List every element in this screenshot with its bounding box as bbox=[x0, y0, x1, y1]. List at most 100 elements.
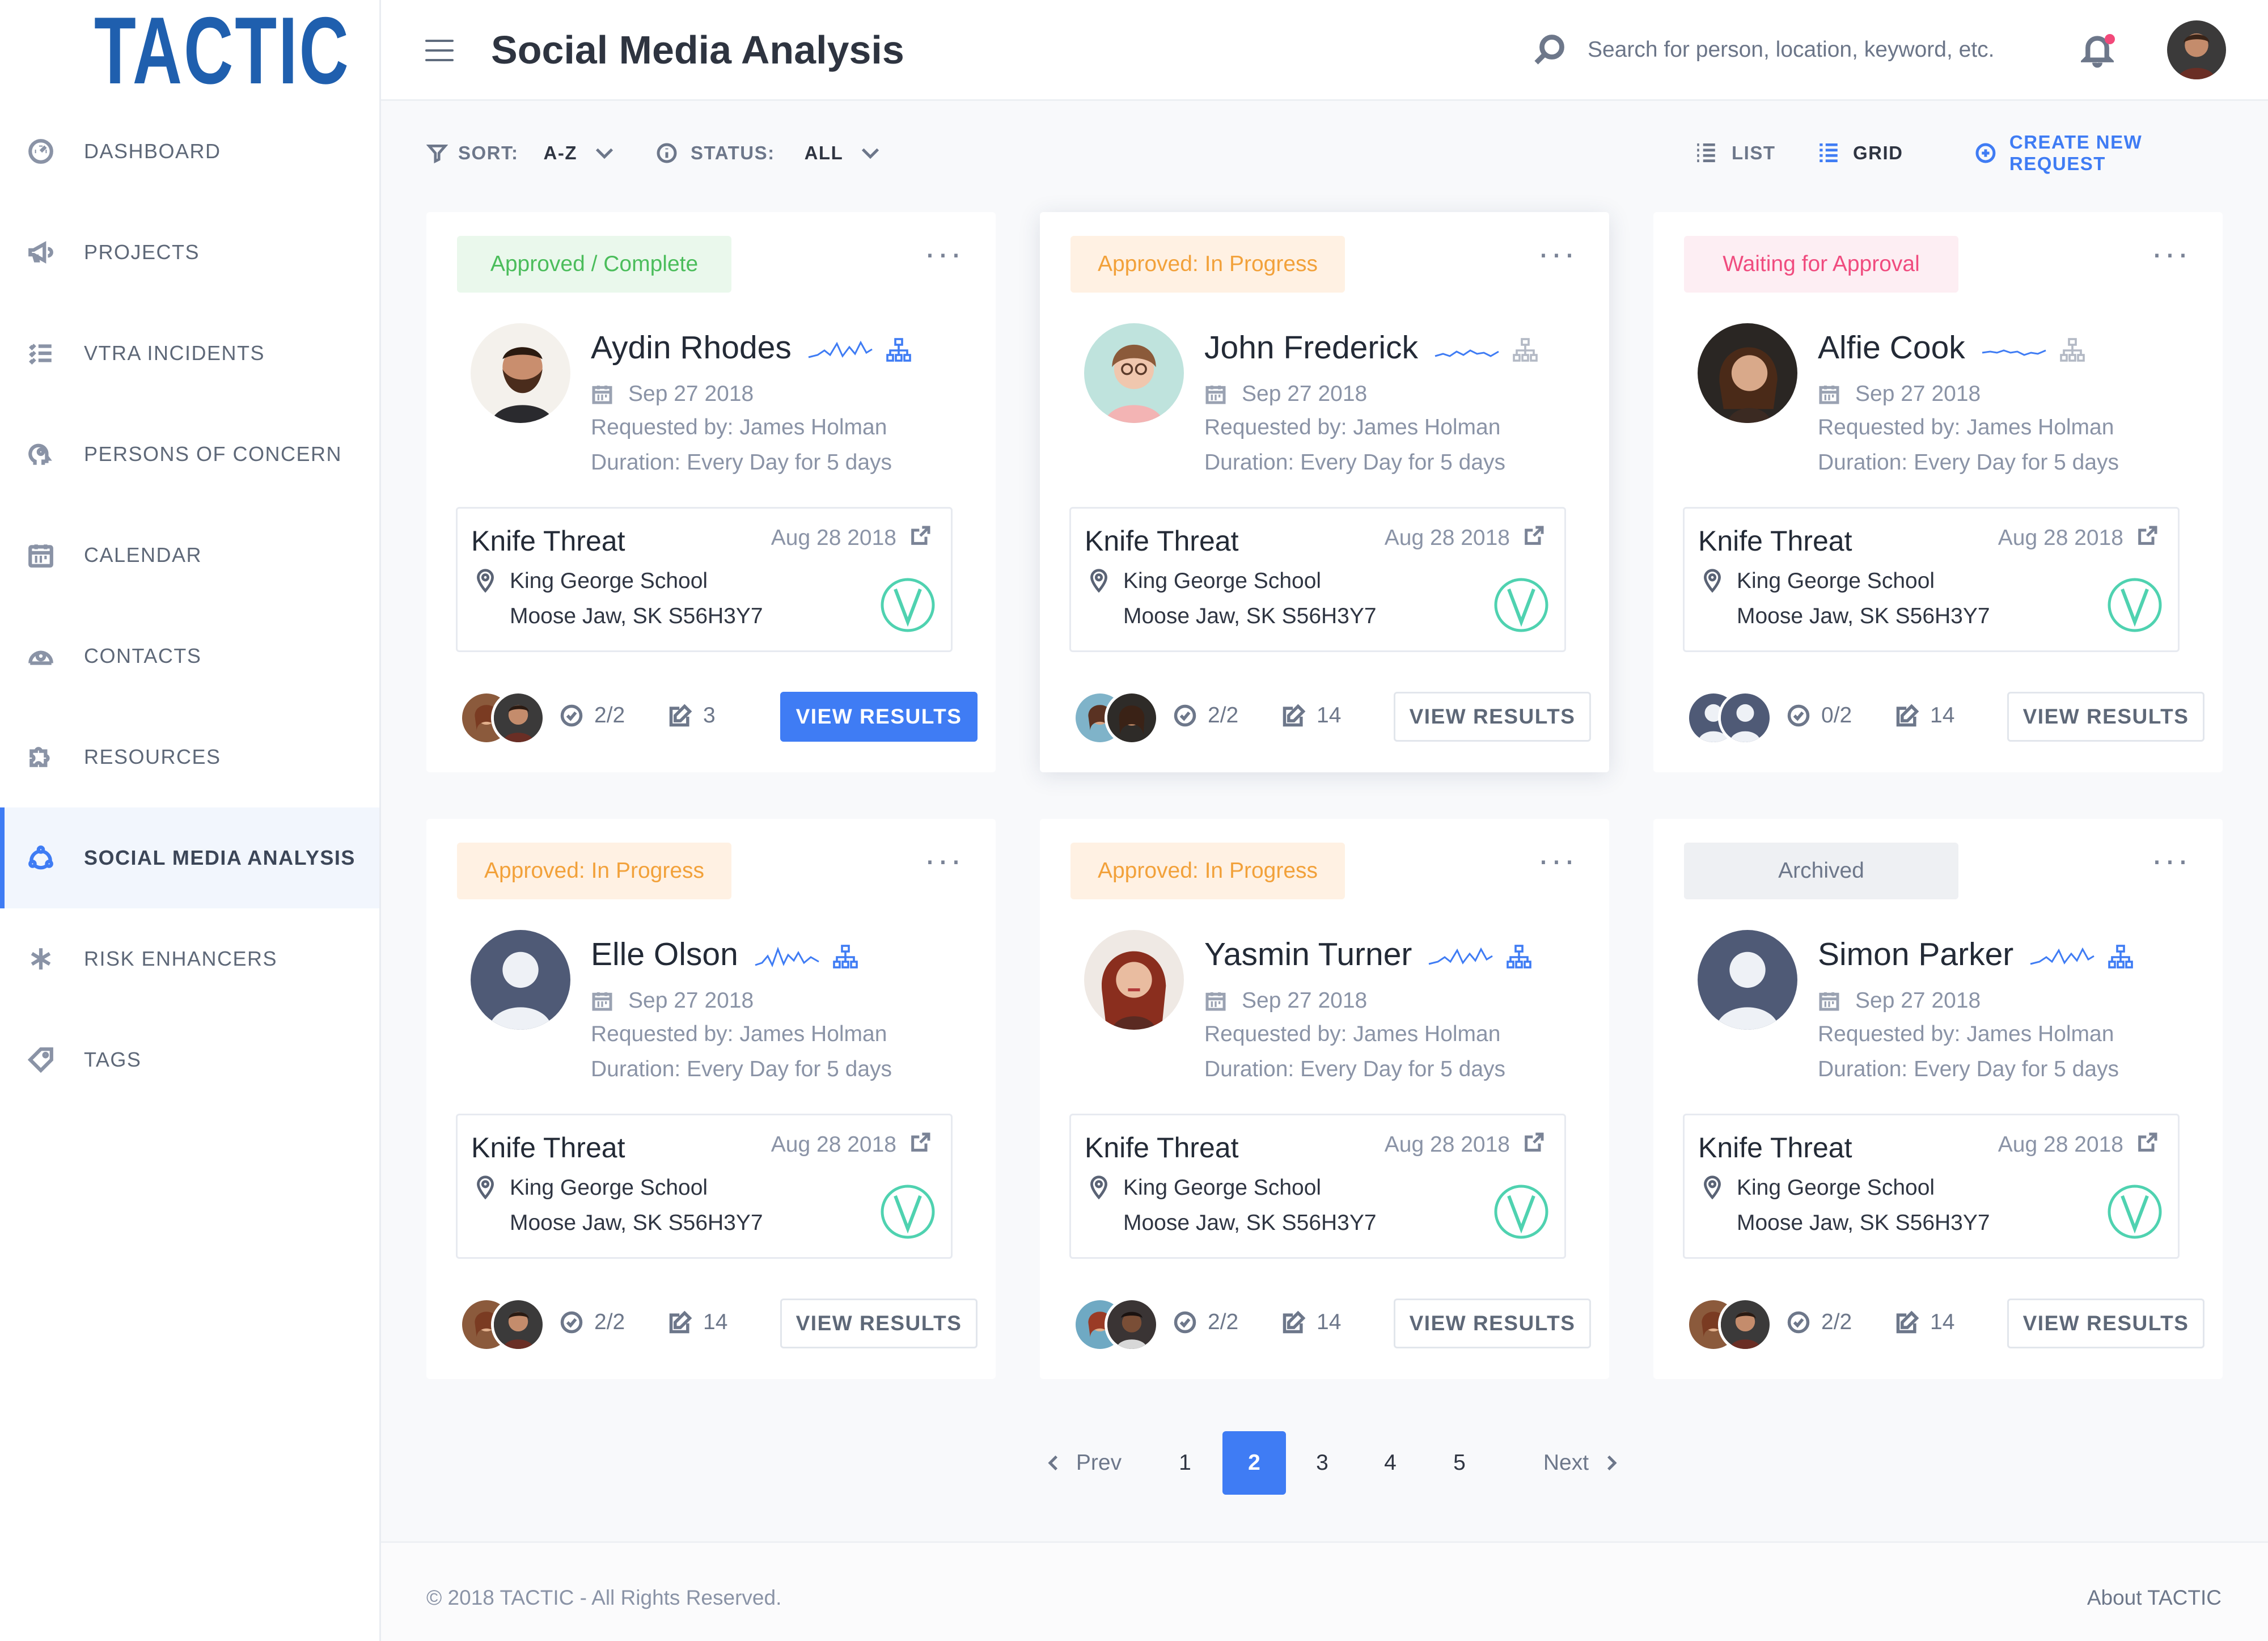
incident-box[interactable]: Knife Threat Aug 28 2018 King George Sch… bbox=[1683, 507, 2180, 652]
grid-view-toggle[interactable]: GRID bbox=[1817, 136, 1903, 170]
sidebar-item-dashboard[interactable]: DASHBOARD bbox=[0, 101, 379, 202]
more-options-icon[interactable]: ··· bbox=[2151, 236, 2189, 270]
more-options-icon[interactable]: ··· bbox=[2151, 843, 2189, 877]
trend-line-icon[interactable] bbox=[1981, 338, 2047, 363]
address-line-2: Moose Jaw, SK S56H3Y7 bbox=[510, 1211, 763, 1235]
incident-box[interactable]: Knife Threat Aug 28 2018 King George Sch… bbox=[1069, 1114, 1566, 1259]
sidebar-item-contacts[interactable]: CONTACTS bbox=[0, 606, 379, 707]
filter-icon bbox=[426, 144, 448, 164]
notification-bell-icon[interactable] bbox=[2079, 33, 2116, 70]
page-2-button[interactable]: 2 bbox=[1222, 1431, 1286, 1495]
top-bar: Social Media Analysis bbox=[381, 0, 2268, 101]
list-view-toggle[interactable]: LIST bbox=[1694, 136, 1776, 170]
request-date: Sep 27 2018 bbox=[591, 380, 754, 408]
menu-toggle-icon[interactable] bbox=[425, 40, 454, 61]
trend-line-icon[interactable] bbox=[807, 338, 873, 363]
page-3-button[interactable]: 3 bbox=[1290, 1431, 1354, 1495]
plus-circle-icon bbox=[1975, 143, 1996, 163]
view-results-button[interactable]: VIEW RESULTS bbox=[2007, 692, 2204, 742]
create-new-request-button[interactable]: CREATE NEW REQUEST bbox=[1974, 132, 2223, 174]
prev-page-button[interactable]: Prev bbox=[1032, 1431, 1134, 1495]
incident-box[interactable]: Knife Threat Aug 28 2018 King George Sch… bbox=[1683, 1114, 2180, 1259]
edit-note-icon bbox=[1283, 1310, 1306, 1334]
edit-note-icon bbox=[1896, 1310, 1919, 1334]
view-results-button[interactable]: VIEW RESULTS bbox=[780, 1299, 978, 1348]
duration: Duration: Every Day for 5 days bbox=[1818, 450, 2119, 475]
external-link-icon[interactable] bbox=[2136, 525, 2161, 549]
address-line-2: Moose Jaw, SK S56H3Y7 bbox=[1737, 604, 1990, 628]
notification-dot bbox=[2105, 34, 2115, 44]
network-hierarchy-icon[interactable] bbox=[831, 944, 860, 971]
network-hierarchy-icon[interactable] bbox=[1505, 944, 1533, 971]
view-results-button[interactable]: VIEW RESULTS bbox=[780, 692, 978, 742]
incident-box[interactable]: Knife Threat Aug 28 2018 King George Sch… bbox=[456, 507, 953, 652]
requested-by: Requested by: James Holman bbox=[1204, 415, 1501, 439]
notes-count: 14 bbox=[1281, 701, 1341, 730]
external-link-icon[interactable] bbox=[2136, 1131, 2161, 1156]
user-avatar[interactable] bbox=[2167, 20, 2226, 79]
assignee-avatars[interactable] bbox=[459, 1297, 550, 1352]
request-card: Waiting for Approval ··· Alfie Cook Sep … bbox=[1653, 212, 2223, 772]
assignee-avatars[interactable] bbox=[1073, 691, 1163, 745]
search-icon[interactable] bbox=[1532, 33, 1566, 67]
incident-date: Aug 28 2018 bbox=[1998, 526, 2123, 550]
network-hierarchy-icon[interactable] bbox=[2058, 337, 2087, 364]
sidebar-item-social-media-analysis[interactable]: SOCIAL MEDIA ANALYSIS bbox=[0, 807, 379, 908]
next-page-button[interactable]: Next bbox=[1531, 1431, 1633, 1495]
notes-count: 14 bbox=[1895, 701, 1954, 730]
list-label: LIST bbox=[1732, 142, 1776, 163]
sidebar-item-vtra-incidents[interactable]: VTRA INCIDENTS bbox=[0, 303, 379, 404]
assignee-avatars[interactable] bbox=[1073, 1297, 1163, 1352]
location-pin-icon bbox=[1088, 1174, 1111, 1200]
trend-line-icon[interactable] bbox=[754, 945, 820, 970]
page-footer: © 2018 TACTIC - All Rights Reserved. Abo… bbox=[381, 1541, 2268, 1641]
sidebar-item-tags[interactable]: TAGS bbox=[0, 1009, 379, 1110]
tactic-logo[interactable]: TACTIC bbox=[94, 3, 350, 98]
view-results-button[interactable]: VIEW RESULTS bbox=[1394, 1299, 1591, 1348]
sidebar-item-label: TAGS bbox=[84, 1048, 142, 1071]
external-link-icon[interactable] bbox=[1522, 1131, 1547, 1156]
sidebar-item-persons-of-concern[interactable]: PERSONS OF CONCERN bbox=[0, 404, 379, 505]
more-options-icon[interactable]: ··· bbox=[1538, 236, 1575, 270]
view-results-button[interactable]: VIEW RESULTS bbox=[2007, 1299, 2204, 1348]
external-link-icon[interactable] bbox=[909, 525, 934, 549]
external-link-icon[interactable] bbox=[1522, 525, 1547, 549]
assignee-avatars[interactable] bbox=[459, 691, 550, 745]
duration: Duration: Every Day for 5 days bbox=[591, 450, 892, 475]
more-options-icon[interactable]: ··· bbox=[924, 843, 962, 877]
trend-line-icon[interactable] bbox=[1428, 945, 1493, 970]
trend-line-icon[interactable] bbox=[1434, 338, 1500, 363]
sidebar: TACTIC DASHBOARD PROJECTS VTRA INCIDENTS… bbox=[0, 0, 381, 1641]
sidebar-item-calendar[interactable]: CALENDAR bbox=[0, 505, 379, 606]
trend-line-icon[interactable] bbox=[2029, 945, 2095, 970]
view-results-button[interactable]: VIEW RESULTS bbox=[1394, 692, 1591, 742]
sidebar-item-projects[interactable]: PROJECTS bbox=[0, 202, 379, 303]
page-1-button[interactable]: 1 bbox=[1153, 1431, 1217, 1495]
page-5-button[interactable]: 5 bbox=[1428, 1431, 1491, 1495]
list-icon bbox=[1697, 143, 1715, 163]
more-options-icon[interactable]: ··· bbox=[1538, 843, 1575, 877]
network-hierarchy-icon[interactable] bbox=[1511, 337, 1539, 364]
page-4-button[interactable]: 4 bbox=[1359, 1431, 1422, 1495]
status-dropdown[interactable]: STATUS: ALL bbox=[655, 136, 882, 170]
more-options-icon[interactable]: ··· bbox=[924, 236, 962, 270]
sidebar-item-label: SOCIAL MEDIA ANALYSIS bbox=[84, 846, 356, 869]
card-footer: 2/2 14 VIEW RESULTS bbox=[1686, 1295, 2204, 1352]
sidebar-item-risk-enhancers[interactable]: RISK ENHANCERS bbox=[0, 908, 379, 1009]
search-input[interactable] bbox=[1588, 32, 2087, 68]
incident-box[interactable]: Knife Threat Aug 28 2018 King George Sch… bbox=[456, 1114, 953, 1259]
assignee-avatars[interactable] bbox=[1686, 1297, 1777, 1352]
network-hierarchy-icon[interactable] bbox=[2106, 944, 2135, 971]
person-name: Simon Parker bbox=[1818, 936, 2014, 972]
external-link-icon[interactable] bbox=[909, 1131, 934, 1156]
about-tactic-link[interactable]: About TACTIC bbox=[2087, 1586, 2222, 1610]
sidebar-item-label: RISK ENHANCERS bbox=[84, 947, 278, 970]
sort-dropdown[interactable]: SORT: A-Z bbox=[426, 136, 616, 170]
incident-box[interactable]: Knife Threat Aug 28 2018 King George Sch… bbox=[1069, 507, 1566, 652]
network-hierarchy-icon[interactable] bbox=[885, 337, 913, 364]
assignee-avatars[interactable] bbox=[1686, 691, 1777, 745]
megaphone-icon bbox=[25, 236, 57, 268]
sidebar-item-resources[interactable]: RESOURCES bbox=[0, 707, 379, 807]
verified-v-icon bbox=[1494, 578, 1548, 632]
address-line-1: King George School bbox=[510, 569, 708, 593]
